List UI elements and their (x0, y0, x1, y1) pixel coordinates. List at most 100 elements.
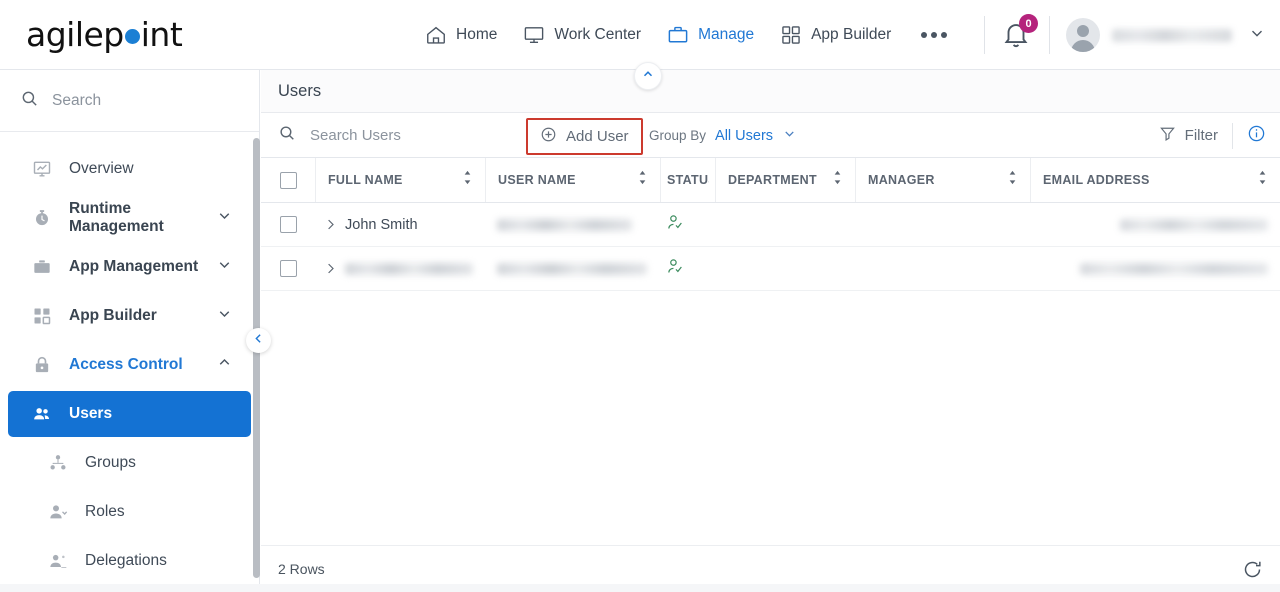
column-header-status[interactable]: STATUS (660, 158, 715, 202)
cell-user-name-redacted (497, 262, 647, 275)
top-header: agilep int Home Work Center Manage App B… (0, 0, 1280, 70)
refresh-icon[interactable] (1242, 559, 1263, 580)
logo-text-part1: agilep (26, 15, 124, 54)
nav-item-app-builder[interactable]: App Builder (780, 0, 891, 70)
chevron-down-icon[interactable] (216, 305, 233, 327)
sidebar-item-app-management[interactable]: App Management (8, 244, 251, 290)
chevron-up-icon[interactable] (216, 354, 233, 376)
column-header-email-address[interactable]: EMAIL ADDRESS (1030, 158, 1280, 202)
column-header-user-name-label: USER NAME (498, 173, 576, 187)
info-circle-icon[interactable] (1247, 124, 1266, 148)
column-header-department[interactable]: DEPARTMENT (715, 158, 855, 202)
nav-item-home[interactable]: Home (425, 0, 497, 70)
sidebar-item-users[interactable]: Users (8, 391, 251, 437)
sidebar-item-delegations-label: Delegations (85, 552, 167, 569)
sidebar-scrollbar[interactable] (253, 138, 260, 578)
logo-text: agilep int (26, 15, 183, 54)
search-users-placeholder: Search Users (310, 126, 401, 144)
table-row[interactable]: John Smith (261, 203, 1280, 247)
select-all-checkbox[interactable] (279, 171, 297, 189)
briefcase-icon (30, 257, 54, 277)
column-header-user-name[interactable]: USER NAME (485, 158, 660, 202)
search-icon (278, 124, 296, 146)
more-dot-2-icon (931, 32, 938, 38)
header-right-controls: 0 (968, 0, 1266, 70)
sort-arrows-icon[interactable] (1007, 170, 1018, 190)
chevron-down-icon[interactable] (1248, 24, 1266, 47)
sidebar-item-overview[interactable]: Overview (8, 146, 251, 192)
search-users-input[interactable]: Search Users (261, 124, 401, 146)
sidebar-item-runtime-management[interactable]: Runtime Management (8, 195, 251, 241)
toolbar-divider (1232, 122, 1233, 149)
cell-email-address-redacted (1080, 262, 1268, 275)
sidebar-collapse-button[interactable] (246, 328, 271, 353)
more-dot-1-icon (921, 32, 928, 38)
notifications-button[interactable]: 0 (1001, 14, 1038, 51)
search-icon (20, 89, 39, 113)
cell-email-address-redacted (1120, 218, 1268, 231)
filter-button[interactable]: Filter (1159, 125, 1218, 146)
avatar[interactable] (1066, 18, 1100, 52)
group-by-label: Group By (649, 128, 707, 143)
nav-item-manage[interactable]: Manage (667, 0, 754, 70)
bottom-strip (0, 584, 1280, 592)
column-header-full-name[interactable]: FULL NAME (315, 158, 485, 202)
sort-arrows-icon[interactable] (637, 170, 648, 190)
nav-more-button[interactable] (921, 0, 948, 70)
column-header-department-label: DEPARTMENT (728, 173, 817, 187)
nav-item-work-center[interactable]: Work Center (523, 0, 641, 70)
row-select-cell (261, 247, 315, 290)
sidebar-item-groups[interactable]: Groups (8, 440, 251, 486)
notification-count-badge: 0 (1019, 14, 1038, 33)
chevron-down-icon[interactable] (216, 256, 233, 278)
cell-manager (855, 203, 1030, 246)
sort-arrows-icon[interactable] (1257, 170, 1268, 190)
sidebar-item-app-builder[interactable]: App Builder (8, 293, 251, 339)
sort-arrows-icon[interactable] (832, 170, 843, 190)
column-header-full-name-label: FULL NAME (328, 173, 403, 187)
chevron-down-icon[interactable] (216, 207, 233, 229)
add-user-button[interactable]: Add User (526, 118, 643, 155)
sidebar-menu: Overview Runtime Management App Manageme… (0, 132, 259, 584)
cell-full-name (315, 247, 485, 290)
sidebar-item-access-control[interactable]: Access Control (8, 342, 251, 388)
table-header-row: FULL NAME USER NAME STATUS DEPARTMENT MA… (261, 158, 1280, 203)
header-collapse-button[interactable] (634, 62, 662, 90)
sidebar-search-placeholder: Search (52, 91, 102, 109)
table-row[interactable] (261, 247, 1280, 291)
cell-status (660, 203, 715, 246)
chevron-left-icon (252, 332, 265, 350)
agilepoint-logo[interactable]: agilep int (26, 18, 196, 52)
chevron-down-icon[interactable] (782, 126, 797, 146)
row-checkbox[interactable] (279, 216, 297, 233)
grid-icon (30, 306, 54, 326)
chevron-right-icon[interactable] (315, 217, 345, 232)
delegation-icon (46, 551, 70, 571)
sidebar-item-app-builder-label: App Builder (69, 307, 157, 324)
group-by-select[interactable]: All Users (715, 128, 773, 144)
groups-icon (46, 453, 70, 473)
sidebar-item-roles[interactable]: Roles (8, 489, 251, 535)
sidebar-item-users-label: Users (69, 405, 113, 422)
chevron-right-icon[interactable] (315, 261, 345, 276)
add-user-label: Add User (566, 128, 629, 145)
sidebar-item-runtime-management-label: Runtime Management (69, 200, 164, 235)
row-checkbox[interactable] (279, 260, 297, 277)
header-divider-1 (984, 16, 985, 54)
page-title: Users (261, 70, 1280, 113)
role-icon (46, 502, 70, 522)
sidebar-search-input[interactable]: Search (0, 70, 259, 132)
sidebar-item-app-management-label: App Management (69, 258, 199, 275)
cell-full-name-redacted (345, 262, 473, 275)
sidebar-item-access-control-label: Access Control (69, 356, 183, 373)
sidebar-item-delegations[interactable]: Delegations (8, 538, 251, 584)
sidebar-item-groups-label: Groups (85, 454, 136, 471)
home-icon (425, 24, 447, 46)
sort-arrows-icon[interactable] (462, 170, 473, 190)
cell-user-name (485, 247, 660, 290)
column-header-manager[interactable]: MANAGER (855, 158, 1030, 202)
logo-dot-icon (124, 29, 140, 44)
briefcase-icon (667, 24, 689, 46)
users-toolbar: Search Users Add User Group By All Users (261, 113, 1280, 158)
row-select-cell (261, 203, 315, 246)
